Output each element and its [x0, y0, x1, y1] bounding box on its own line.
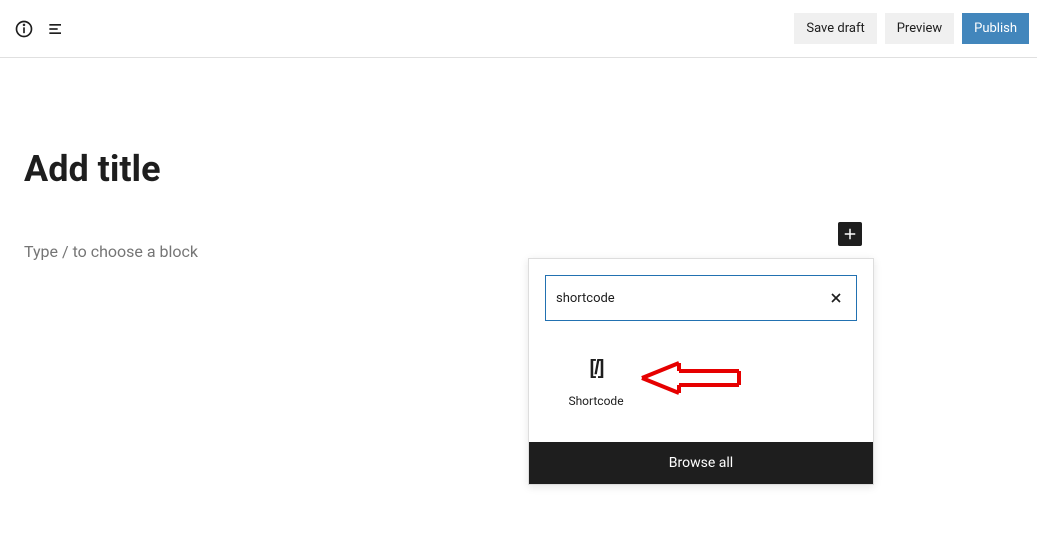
editor-canvas: Type / to choose a block: [0, 58, 1037, 261]
toolbar-right: Save draft Preview Publish: [794, 13, 1029, 44]
browse-all-button[interactable]: Browse all: [529, 442, 873, 484]
shortcode-icon: [/]: [545, 357, 647, 380]
top-toolbar: Save draft Preview Publish: [0, 0, 1037, 58]
search-wrapper: [529, 259, 873, 337]
post-title-input[interactable]: [24, 148, 624, 190]
block-inserter-panel: [/] Shortcode Browse all: [528, 258, 874, 485]
clear-search-icon[interactable]: [826, 288, 846, 308]
block-item-label: Shortcode: [545, 394, 647, 408]
block-item-shortcode[interactable]: [/] Shortcode: [545, 347, 647, 418]
block-search-input[interactable]: [556, 291, 826, 306]
add-block-button[interactable]: [838, 222, 862, 246]
save-draft-button[interactable]: Save draft: [794, 13, 876, 44]
publish-button[interactable]: Publish: [962, 13, 1029, 44]
toolbar-left: [8, 17, 68, 41]
block-results: [/] Shortcode: [529, 337, 873, 442]
info-icon[interactable]: [12, 17, 36, 41]
search-box: [545, 275, 857, 321]
list-view-icon[interactable]: [44, 17, 68, 41]
preview-button[interactable]: Preview: [885, 13, 954, 44]
